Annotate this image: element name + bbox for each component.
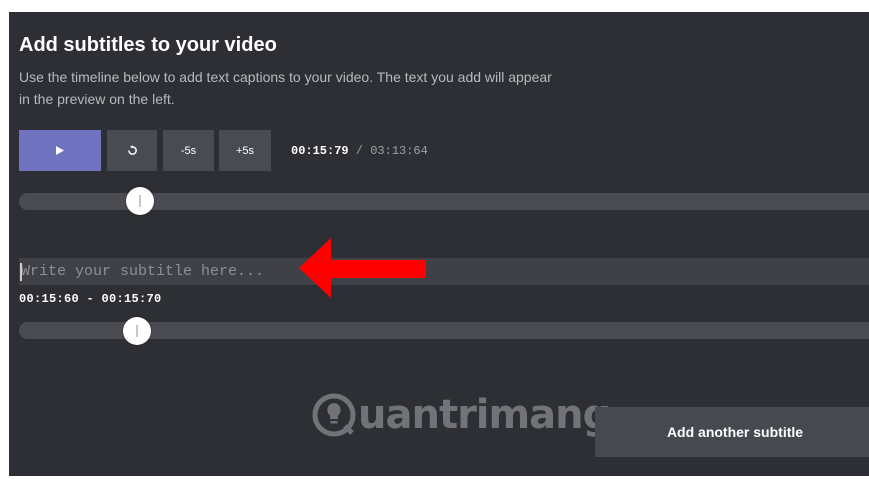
time-separator: / xyxy=(348,144,371,158)
video-timeline-handle[interactable] xyxy=(126,187,154,215)
red-arrow-annotation xyxy=(299,238,426,298)
subtitle-editor-panel: Add subtitles to your video Use the time… xyxy=(9,12,869,476)
subtitle-time-range: 00:15:60 - 00:15:70 xyxy=(19,292,162,306)
time-readout: 00:15:79 / 03:13:64 xyxy=(291,144,428,158)
play-button[interactable] xyxy=(19,130,101,171)
forward-5s-button[interactable]: +5s xyxy=(219,130,271,171)
play-icon xyxy=(56,146,64,155)
page-description: Use the timeline below to add text capti… xyxy=(19,69,552,107)
rewind-5s-button[interactable]: -5s xyxy=(163,130,214,171)
subtitle-input[interactable] xyxy=(19,258,869,285)
replay-button[interactable] xyxy=(107,130,157,171)
current-time: 00:15:79 xyxy=(291,144,349,158)
lightbulb-logo-icon xyxy=(312,393,356,437)
add-another-subtitle-button[interactable]: Add another subtitle xyxy=(595,407,869,457)
replay-icon xyxy=(127,145,137,155)
watermark: uantrimang xyxy=(312,392,611,438)
text-cursor xyxy=(20,263,22,281)
subtitle-range-handle[interactable] xyxy=(123,317,151,345)
page-title: Add subtitles to your video xyxy=(19,34,277,56)
total-time: 03:13:64 xyxy=(370,144,428,158)
watermark-text: uantrimang xyxy=(358,392,611,438)
